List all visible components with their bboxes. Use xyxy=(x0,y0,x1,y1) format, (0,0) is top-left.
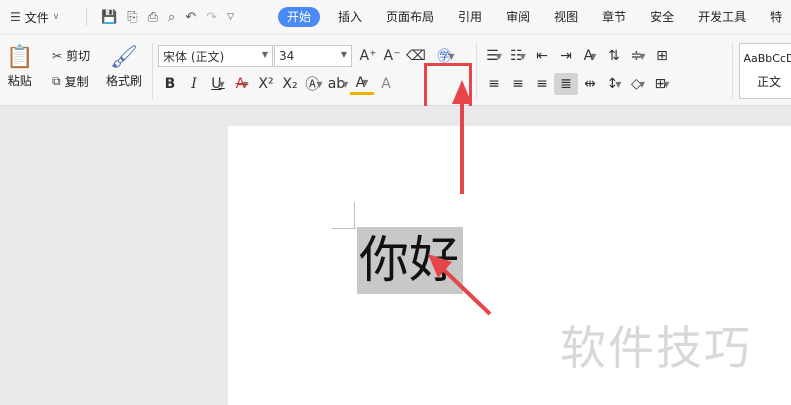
file-menu[interactable]: ☰ 文件 ∨ xyxy=(0,0,80,34)
char-shading-icon[interactable]: A xyxy=(374,73,398,95)
bullet-list-icon[interactable]: ☰ ▼ xyxy=(482,45,506,67)
annotation-highlight-box xyxy=(424,63,472,111)
undo-icon[interactable]: ↶ xyxy=(185,10,196,25)
numbered-list-icon[interactable]: ☷ ▼ xyxy=(506,45,530,67)
cut-label: 剪切 xyxy=(66,49,91,63)
tab-review[interactable]: 审阅 xyxy=(494,0,542,34)
superscript-icon[interactable]: X² xyxy=(254,73,278,95)
print-icon[interactable]: ⎙ xyxy=(148,10,158,25)
style-normal-label: 正文 xyxy=(756,75,781,89)
margin-marker xyxy=(332,228,356,229)
shading-icon[interactable]: ◇ ▼ xyxy=(626,73,650,95)
align-right-icon[interactable]: ≡ xyxy=(530,73,554,95)
cut-button[interactable]: ✂ 剪切 xyxy=(52,47,90,64)
tab-special[interactable]: 特 xyxy=(758,0,782,34)
tab-security[interactable]: 安全 xyxy=(638,0,686,34)
divider xyxy=(86,8,87,26)
tab-page-layout[interactable]: 页面布局 xyxy=(374,0,446,34)
strikethrough-icon[interactable]: A ▼ xyxy=(230,73,254,95)
copy-button[interactable]: ⧉ 复制 xyxy=(52,73,89,90)
italic-icon[interactable]: I xyxy=(182,73,206,95)
increase-indent-icon[interactable]: ⇥ xyxy=(554,45,578,67)
divider xyxy=(476,43,477,99)
chevron-down-icon: ▼ xyxy=(261,50,268,59)
align-left-icon[interactable]: ≡ xyxy=(482,73,506,95)
paragraph-tools-bottom: ≡ ≡ ≡ ≣ ⇹ ↕ ▼ ◇ ▼ ⊞ ▼ xyxy=(482,73,674,95)
tab-insert[interactable]: 插入 xyxy=(326,0,374,34)
sort-icon[interactable]: ⇅ xyxy=(602,45,626,67)
divider xyxy=(732,43,733,99)
style-normal[interactable]: AaBbCcD 正文 xyxy=(739,43,791,99)
distribute-icon[interactable]: ⇹ xyxy=(578,73,602,95)
more-icon[interactable]: ▽ xyxy=(227,12,234,22)
brush-icon: 🖌 xyxy=(110,45,138,70)
copy-icon: ⧉ xyxy=(52,74,61,88)
chevron-down-icon: ▼ xyxy=(340,50,347,59)
bold-icon[interactable]: B xyxy=(158,73,182,95)
font-name-select[interactable]: 宋体 (正文) ▼ xyxy=(158,45,273,67)
style-preview: AaBbCcD xyxy=(743,52,791,65)
format-painter-button[interactable]: 🖌 格式刷 xyxy=(106,45,142,89)
watermark: 软件技巧 xyxy=(560,321,752,375)
tab-sections[interactable]: 章节 xyxy=(590,0,638,34)
redo-icon[interactable]: ↷ xyxy=(206,10,217,25)
divider xyxy=(152,43,153,99)
font-name-value: 宋体 (正文) xyxy=(163,49,225,64)
underline-icon[interactable]: U ▼ xyxy=(206,73,230,95)
clipboard-icon: 📋 xyxy=(6,45,34,70)
paragraph-tools-top: ☰ ▼ ☷ ▼ ⇤ ⇥ A ▼ ⇅ ≑ ▼ ⊞ xyxy=(482,45,674,67)
paste-label: 粘贴 xyxy=(7,74,32,88)
font-style-tools: B I U ▼ A ▼ X² X₂ Ⓐ ▼ ab ▼ A ▼ A xyxy=(158,73,398,95)
print-preview-icon[interactable]: ⌕ xyxy=(168,10,175,25)
font-size-select[interactable]: 34 ▼ xyxy=(274,45,352,67)
tab-references[interactable]: 引用 xyxy=(446,0,494,34)
table-icon[interactable]: ⊞ xyxy=(650,45,674,67)
shrink-font-icon[interactable]: A⁻ xyxy=(380,45,404,67)
borders-icon[interactable]: ⊞ ▼ xyxy=(650,73,674,95)
selected-text[interactable]: 你好 xyxy=(357,227,463,294)
subscript-icon[interactable]: X₂ xyxy=(278,73,302,95)
hamburger-icon: ☰ xyxy=(10,10,21,24)
paragraph-spacing-icon[interactable]: ↕ ▼ xyxy=(602,73,626,95)
format-painter-label: 格式刷 xyxy=(106,74,143,88)
tab-view[interactable]: 视图 xyxy=(542,0,590,34)
save-icon[interactable]: 💾 xyxy=(101,10,117,25)
align-center-icon[interactable]: ≡ xyxy=(506,73,530,95)
margin-marker xyxy=(354,202,355,228)
document-page[interactable]: 你好 软件技巧 xyxy=(228,126,791,405)
paste-button[interactable]: 📋 粘贴 xyxy=(6,45,33,89)
scissors-icon: ✂ xyxy=(52,48,63,63)
tab-developer[interactable]: 开发工具 xyxy=(686,0,758,34)
line-spacing-icon[interactable]: ≑ ▼ xyxy=(626,45,650,67)
tab-home[interactable]: 开始 xyxy=(278,7,321,27)
copy-label: 复制 xyxy=(64,75,89,89)
wps-writer-window: ☰ 文件 ∨ 💾 ⎘ ⎙ ⌕ ↶ ↷ ▽ 开始 插入 页面布局 引用 审阅 视图… xyxy=(0,0,791,405)
font-size-value: 34 xyxy=(279,49,295,63)
quick-access-toolbar: 💾 ⎘ ⎙ ⌕ ↶ ↷ ▽ xyxy=(93,10,242,25)
file-menu-label: 文件 xyxy=(24,10,49,25)
decrease-indent-icon[interactable]: ⇤ xyxy=(530,45,554,67)
chevron-down-icon: ∨ xyxy=(52,12,60,22)
ribbon-tabs: 开始 插入 页面布局 引用 审阅 视图 章节 安全 开发工具 特 xyxy=(278,0,782,34)
text-direction-icon[interactable]: A ▼ xyxy=(578,45,602,67)
menu-bar: ☰ 文件 ∨ 💾 ⎘ ⎙ ⌕ ↶ ↷ ▽ 开始 插入 页面布局 引用 审阅 视图… xyxy=(0,0,791,34)
justify-icon[interactable]: ≣ xyxy=(554,73,578,95)
highlight-icon[interactable]: ab ▼ xyxy=(326,73,350,95)
grow-font-icon[interactable]: A⁺ xyxy=(356,45,380,67)
export-icon[interactable]: ⎘ xyxy=(127,10,137,25)
ribbon: 📋 粘贴 ✂ 剪切 ⧉ 复制 🖌 格式刷 宋体 (正文) ▼ 34 ▼ A⁺ A… xyxy=(0,34,791,111)
text-effect-icon[interactable]: Ⓐ ▼ xyxy=(302,73,326,95)
font-color-icon[interactable]: A ▼ xyxy=(350,73,374,95)
document-area: 你好 软件技巧 xyxy=(0,106,791,405)
